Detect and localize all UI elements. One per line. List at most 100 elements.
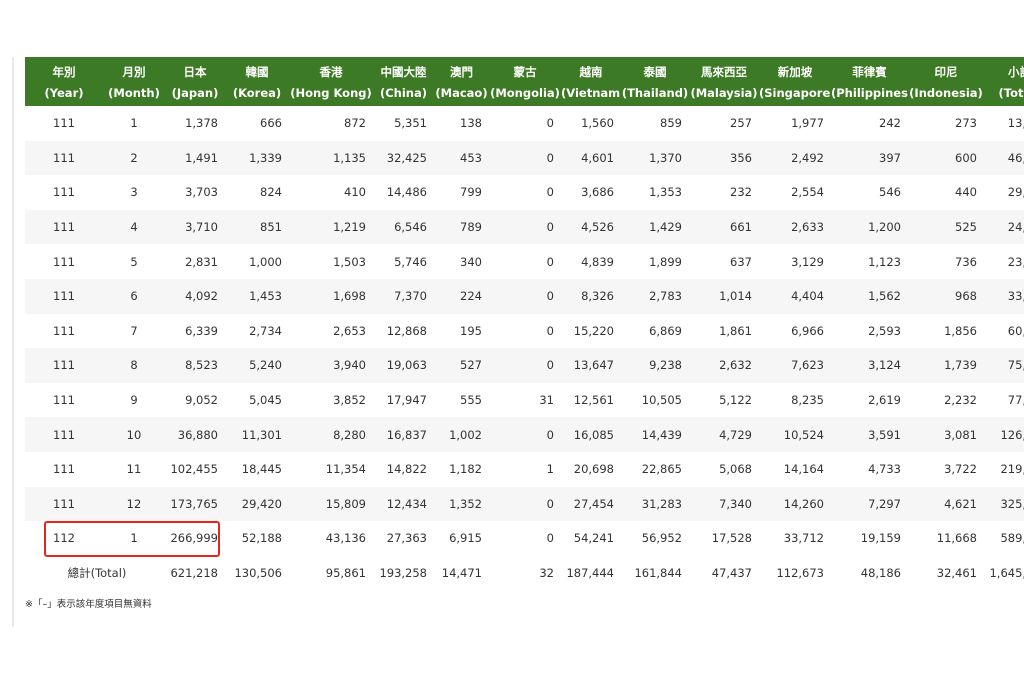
year-cell: 111 <box>53 393 75 408</box>
value-cell: 9,052 <box>185 393 218 408</box>
column-header-en: (Singapore) <box>759 83 831 106</box>
value-cell: 5,746 <box>394 254 427 269</box>
value-cell: 24,089 <box>984 209 1024 245</box>
value-cell: 356 <box>689 140 759 176</box>
value-cell: 1,562 <box>831 278 908 314</box>
value-cell: 29,033 <box>1007 185 1024 200</box>
value-cell: 14,822 <box>386 462 427 477</box>
table-body: 111 1 1,378 666 872 5,351 138 0 1,560 859 257 1,977… <box>25 106 1024 556</box>
value-cell: 2,633 <box>759 209 831 245</box>
value-cell: 0 <box>489 278 561 314</box>
value-cell: 3,591 <box>831 417 908 452</box>
value-cell: 1,370 <box>621 140 689 176</box>
total-value-cell: 48,186 <box>831 555 908 591</box>
value-cell: 23,783 <box>1007 254 1024 269</box>
value-cell: 20,698 <box>573 462 614 477</box>
year-cell: 111 <box>25 417 103 452</box>
value-cell: 10,524 <box>759 417 831 452</box>
value-cell: 5,122 <box>719 393 752 408</box>
year-cell: 111 <box>25 140 103 176</box>
value-cell: 27,363 <box>386 531 427 546</box>
value-cell: 3,686 <box>581 185 614 200</box>
value-cell: 1,856 <box>944 323 977 338</box>
value-cell: 968 <box>908 278 984 314</box>
value-cell: 3,129 <box>791 254 824 269</box>
value-cell: 4,601 <box>561 140 621 176</box>
value-cell: 799 <box>460 185 482 200</box>
column-header-zh: 香港 <box>289 57 373 83</box>
column-header-en: (Malaysia) <box>689 83 759 106</box>
total-row: 總計(Total) 621,218 130,506 95,861 193,258 14,4… <box>25 555 1024 591</box>
value-cell: 4,404 <box>759 278 831 314</box>
column-header-en: (Philippines) <box>831 83 908 106</box>
value-cell: 54,241 <box>573 531 614 546</box>
value-cell: 851 <box>225 209 289 245</box>
value-cell: 2,593 <box>868 323 901 338</box>
value-cell: 525 <box>908 209 984 245</box>
value-cell: 5,351 <box>394 116 427 131</box>
value-cell: 661 <box>689 209 759 245</box>
value-cell: 2,653 <box>333 323 366 338</box>
column-header-en: (Indonesia) <box>908 83 984 106</box>
table-row: 111 5 2,831 1,000 1,503 5,746 340 0 4,839 1,899 63… <box>25 244 1024 279</box>
total-value-cell: 95,861 <box>289 555 373 591</box>
column-header-en: (Vietnam) <box>561 83 621 106</box>
column-header-zh: 印尼 <box>908 57 984 83</box>
value-cell: 0 <box>489 486 561 522</box>
value-cell: 22,865 <box>641 462 682 477</box>
value-cell: 266,999 <box>170 531 218 546</box>
value-cell: 555 <box>460 393 482 408</box>
year-cell: 111 <box>25 278 103 314</box>
total-value-cell: 32 <box>489 555 561 591</box>
value-cell: 1,352 <box>434 486 489 522</box>
value-cell: 242 <box>879 116 901 131</box>
value-cell: 14,439 <box>621 417 689 452</box>
value-cell: 224 <box>434 278 489 314</box>
value-cell: 36,880 <box>165 417 225 452</box>
value-cell: 3,722 <box>944 462 977 477</box>
value-cell: 666 <box>260 116 282 131</box>
value-cell: 11,354 <box>325 462 366 477</box>
value-cell: 1,000 <box>249 254 282 269</box>
value-cell: 1,429 <box>621 209 689 245</box>
value-cell: 2,492 <box>759 140 831 176</box>
value-cell: 4,733 <box>868 462 901 477</box>
value-cell: 789 <box>434 209 489 245</box>
value-cell: 4,092 <box>165 278 225 314</box>
value-cell: 4,621 <box>908 486 984 522</box>
value-cell: 7,297 <box>831 486 908 522</box>
value-cell: 77,756 <box>1007 393 1024 408</box>
value-cell: 273 <box>955 116 977 131</box>
total-value-cell: 14,471 <box>434 555 489 591</box>
month-cell: 6 <box>103 278 165 314</box>
value-cell: 19,063 <box>373 348 434 383</box>
value-cell: 11,301 <box>225 417 289 452</box>
value-cell: 9,238 <box>621 348 689 383</box>
value-cell: 5,045 <box>249 393 282 408</box>
value-cell: 6,966 <box>791 323 824 338</box>
value-cell: 31 <box>539 393 554 408</box>
value-cell: 52,188 <box>241 531 282 546</box>
column-header-zh: 新加坡 <box>759 57 831 83</box>
value-cell: 440 <box>955 185 977 200</box>
year-cell: 111 <box>25 348 103 383</box>
table-row: 111 1 1,378 666 872 5,351 138 0 1,560 859 257 1,977… <box>25 106 1024 141</box>
value-cell: 637 <box>730 254 752 269</box>
value-cell: 453 <box>434 140 489 176</box>
page-left-border <box>12 57 14 627</box>
column-header-zh: 澳門 <box>434 57 489 83</box>
value-cell: 0 <box>489 140 561 176</box>
value-cell: 2,632 <box>689 348 759 383</box>
value-cell: 3,124 <box>831 348 908 383</box>
value-cell: 3,940 <box>289 348 373 383</box>
total-value-cell: 47,437 <box>689 555 759 591</box>
value-cell: 2,783 <box>621 278 689 314</box>
value-cell: 13,573 <box>1007 116 1024 131</box>
value-cell: 6,339 <box>185 323 218 338</box>
value-cell: 2,734 <box>249 323 282 338</box>
column-header-en: (Japan) <box>165 83 225 106</box>
month-cell: 8 <box>103 348 165 383</box>
value-cell: 1,135 <box>289 140 373 176</box>
column-header-zh: 日本 <box>165 57 225 83</box>
value-cell: 173,765 <box>165 486 225 522</box>
